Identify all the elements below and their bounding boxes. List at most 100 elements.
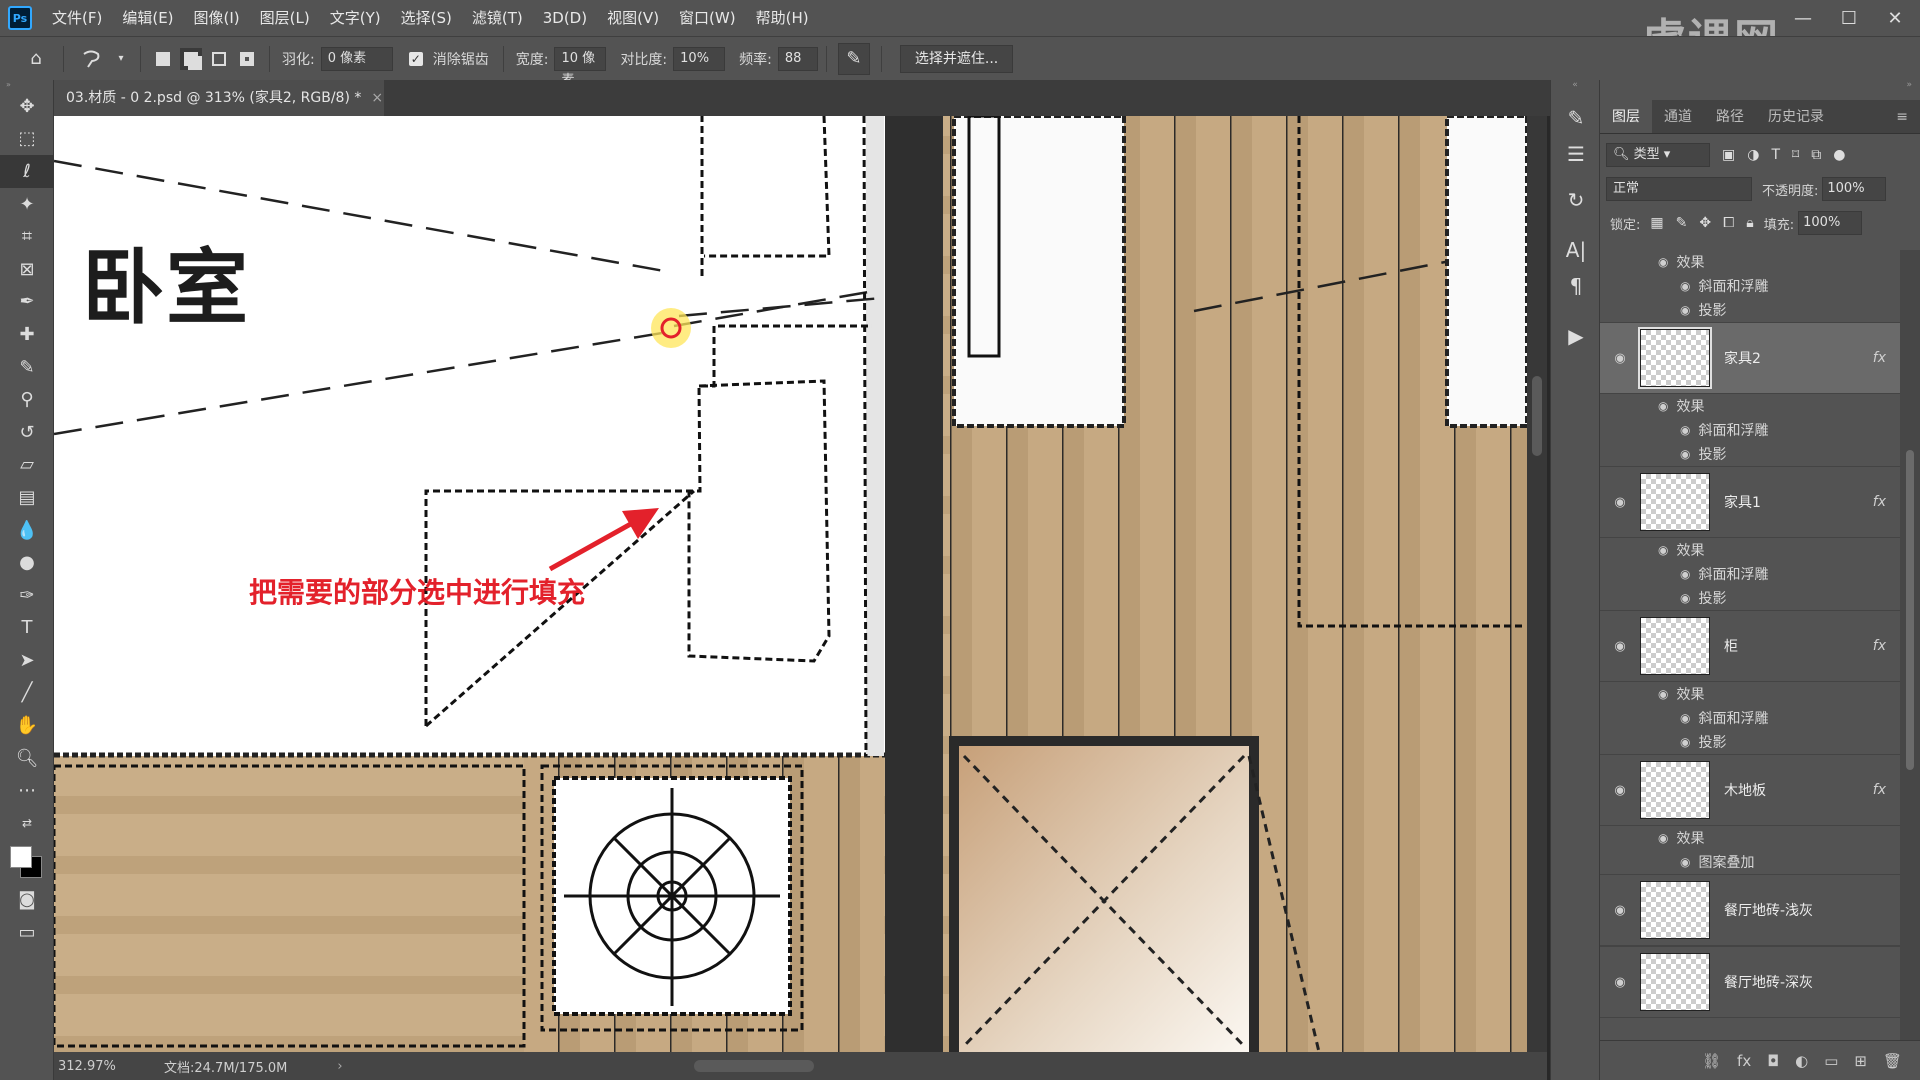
layer-name[interactable]: 木地板	[1724, 780, 1766, 800]
horizontal-scroll-thumb[interactable]	[694, 1060, 814, 1072]
visibility-eye-icon[interactable]: ◉	[1680, 735, 1690, 749]
actions-play-icon[interactable]: ▶	[1551, 318, 1601, 354]
visibility-eye-icon[interactable]: ◉	[1600, 975, 1640, 990]
new-group-icon[interactable]: ▭	[1824, 1052, 1838, 1070]
layer-effects-header[interactable]: ◉ 效果	[1600, 250, 1900, 274]
document-tab[interactable]: 03.材质 - 0 2.psd @ 313% (家具2, RGB/8) * ×	[54, 80, 384, 116]
type-tool-icon[interactable]: T	[0, 612, 54, 645]
blend-mode-select[interactable]: 正常	[1606, 177, 1752, 201]
menu-item[interactable]: 图像(I)	[184, 0, 250, 36]
add-selection-icon[interactable]	[180, 47, 202, 70]
layer-effects-header[interactable]: ◉ 效果	[1600, 826, 1900, 850]
new-selection-icon[interactable]	[152, 48, 174, 70]
character-icon[interactable]: A|	[1551, 232, 1601, 268]
layer-thumbnail[interactable]	[1638, 327, 1712, 389]
photoshop-logo-icon[interactable]: Ps	[8, 6, 32, 30]
visibility-eye-icon[interactable]: ◉	[1658, 543, 1668, 557]
visibility-eye-icon[interactable]: ◉	[1680, 855, 1690, 869]
layer-fx-badge[interactable]: fx	[1873, 350, 1886, 366]
add-style-icon[interactable]: fx	[1737, 1052, 1751, 1070]
layer-effect-item[interactable]: ◉ 投影	[1600, 730, 1900, 754]
contrast-input[interactable]: 10%	[673, 46, 726, 71]
collapse-icon[interactable]: «	[1551, 80, 1599, 100]
canvas[interactable]: 卧室 把需要的部分选中进行填充	[54, 116, 1527, 1052]
quick-mask-icon[interactable]: ◙	[0, 884, 54, 917]
visibility-eye-icon[interactable]: ◉	[1658, 399, 1668, 413]
clone-stamp-tool-icon[interactable]: ⚲	[0, 383, 54, 416]
layer-effect-item[interactable]: ◉ 投影	[1600, 298, 1900, 322]
frame-tool-icon[interactable]: ⊠	[0, 253, 54, 286]
filter-kind-select[interactable]: 🔍︎ 类型 ▾	[1606, 143, 1710, 167]
layer-effects-header[interactable]: ◉ 效果	[1600, 394, 1900, 418]
layer-thumbnail[interactable]	[1640, 473, 1710, 531]
chevron-down-icon[interactable]: ▾	[113, 43, 129, 75]
visibility-eye-icon[interactable]: ◉	[1680, 447, 1690, 461]
new-adjustment-icon[interactable]: ◐	[1795, 1052, 1808, 1070]
layer-effects-header[interactable]: ◉ 效果	[1600, 538, 1900, 562]
more-tools-icon[interactable]: ⋯	[0, 774, 54, 807]
filter-toggle-icon[interactable]: ●	[1833, 147, 1845, 163]
menu-item[interactable]: 选择(S)	[391, 0, 462, 36]
menu-item[interactable]: 视图(V)	[597, 0, 669, 36]
layer-row[interactable]: ◉ 木地板 fx	[1600, 754, 1900, 826]
fill-input[interactable]: 100%	[1798, 211, 1863, 235]
visibility-eye-icon[interactable]: ◉	[1680, 279, 1690, 293]
home-icon[interactable]: ⌂	[20, 43, 52, 75]
line-tool-icon[interactable]: ╱	[0, 677, 54, 710]
layer-fx-badge[interactable]: fx	[1873, 638, 1886, 654]
visibility-eye-icon[interactable]: ◉	[1658, 831, 1668, 845]
layer-name[interactable]: 餐厅地砖-浅灰	[1724, 900, 1813, 920]
scroll-thumb[interactable]	[1532, 376, 1542, 456]
add-mask-icon[interactable]: ◘	[1767, 1052, 1779, 1070]
visibility-eye-icon[interactable]: ◉	[1680, 591, 1690, 605]
layer-effect-item[interactable]: ◉ 投影	[1600, 586, 1900, 610]
visibility-eye-icon[interactable]: ◉	[1680, 423, 1690, 437]
layer-thumbnail[interactable]	[1640, 761, 1710, 819]
new-layer-icon[interactable]: ⊞	[1854, 1052, 1867, 1070]
layer-row[interactable]: ◉ 家具1 fx	[1600, 466, 1900, 538]
menu-item[interactable]: 文件(F)	[42, 0, 112, 36]
history-icon[interactable]: ↻	[1551, 182, 1601, 218]
select-and-mask-button[interactable]: 选择并遮住...	[899, 44, 1014, 73]
lock-artboard-icon[interactable]: ⧠	[1723, 215, 1734, 231]
visibility-eye-icon[interactable]: ◉	[1600, 351, 1640, 366]
feather-input[interactable]: 0 像素	[320, 46, 393, 71]
menu-item[interactable]: 编辑(E)	[112, 0, 183, 36]
close-tab-icon[interactable]: ×	[371, 90, 383, 106]
layer-name[interactable]: 柜	[1724, 636, 1738, 656]
subtract-selection-icon[interactable]	[208, 48, 230, 70]
visibility-eye-icon[interactable]: ◉	[1600, 903, 1640, 918]
minimize-icon[interactable]: —	[1780, 0, 1826, 36]
color-swatches[interactable]	[0, 840, 54, 884]
filter-shape-icon[interactable]: ⌑	[1792, 147, 1799, 163]
visibility-eye-icon[interactable]: ◉	[1600, 639, 1640, 654]
width-input[interactable]: 10 像素	[554, 46, 607, 88]
paragraph-icon[interactable]: ¶	[1551, 268, 1601, 304]
filter-pixel-icon[interactable]: ▣	[1722, 147, 1735, 163]
marquee-tool-icon[interactable]: ⬚	[0, 123, 54, 156]
layer-fx-badge[interactable]: fx	[1873, 782, 1886, 798]
lock-position-icon[interactable]: ✥	[1699, 215, 1711, 231]
close-icon[interactable]: ✕	[1872, 0, 1918, 36]
intersect-selection-icon[interactable]	[236, 48, 258, 70]
visibility-eye-icon[interactable]: ◉	[1680, 711, 1690, 725]
layer-thumbnail[interactable]	[1640, 953, 1710, 1011]
visibility-eye-icon[interactable]: ◉	[1658, 687, 1668, 701]
lock-image-icon[interactable]: ✎	[1676, 215, 1688, 231]
foreground-color-swatch[interactable]	[10, 845, 32, 868]
layers-scrollbar[interactable]	[1900, 250, 1920, 1040]
layer-row[interactable]: ◉ 家具2 fx	[1600, 322, 1900, 394]
eraser-tool-icon[interactable]: ▱	[0, 449, 54, 482]
blur-tool-icon[interactable]: 💧	[0, 514, 54, 547]
layer-row[interactable]: ◉ 餐厅地砖-深灰	[1600, 946, 1900, 1018]
tab-history[interactable]: 历史记录	[1756, 100, 1836, 133]
visibility-eye-icon[interactable]: ◉	[1680, 567, 1690, 581]
layer-thumbnail[interactable]	[1640, 881, 1710, 939]
stylus-pressure-icon[interactable]: ✎	[837, 42, 870, 75]
lock-transparent-icon[interactable]: ▦	[1650, 215, 1663, 231]
dodge-tool-icon[interactable]: ●	[0, 546, 54, 579]
path-selection-tool-icon[interactable]: ➤	[0, 644, 54, 677]
tab-layers[interactable]: 图层	[1600, 100, 1652, 133]
filter-type-icon[interactable]: T	[1771, 147, 1780, 163]
lasso-tool-icon[interactable]: ℓ	[0, 155, 54, 188]
